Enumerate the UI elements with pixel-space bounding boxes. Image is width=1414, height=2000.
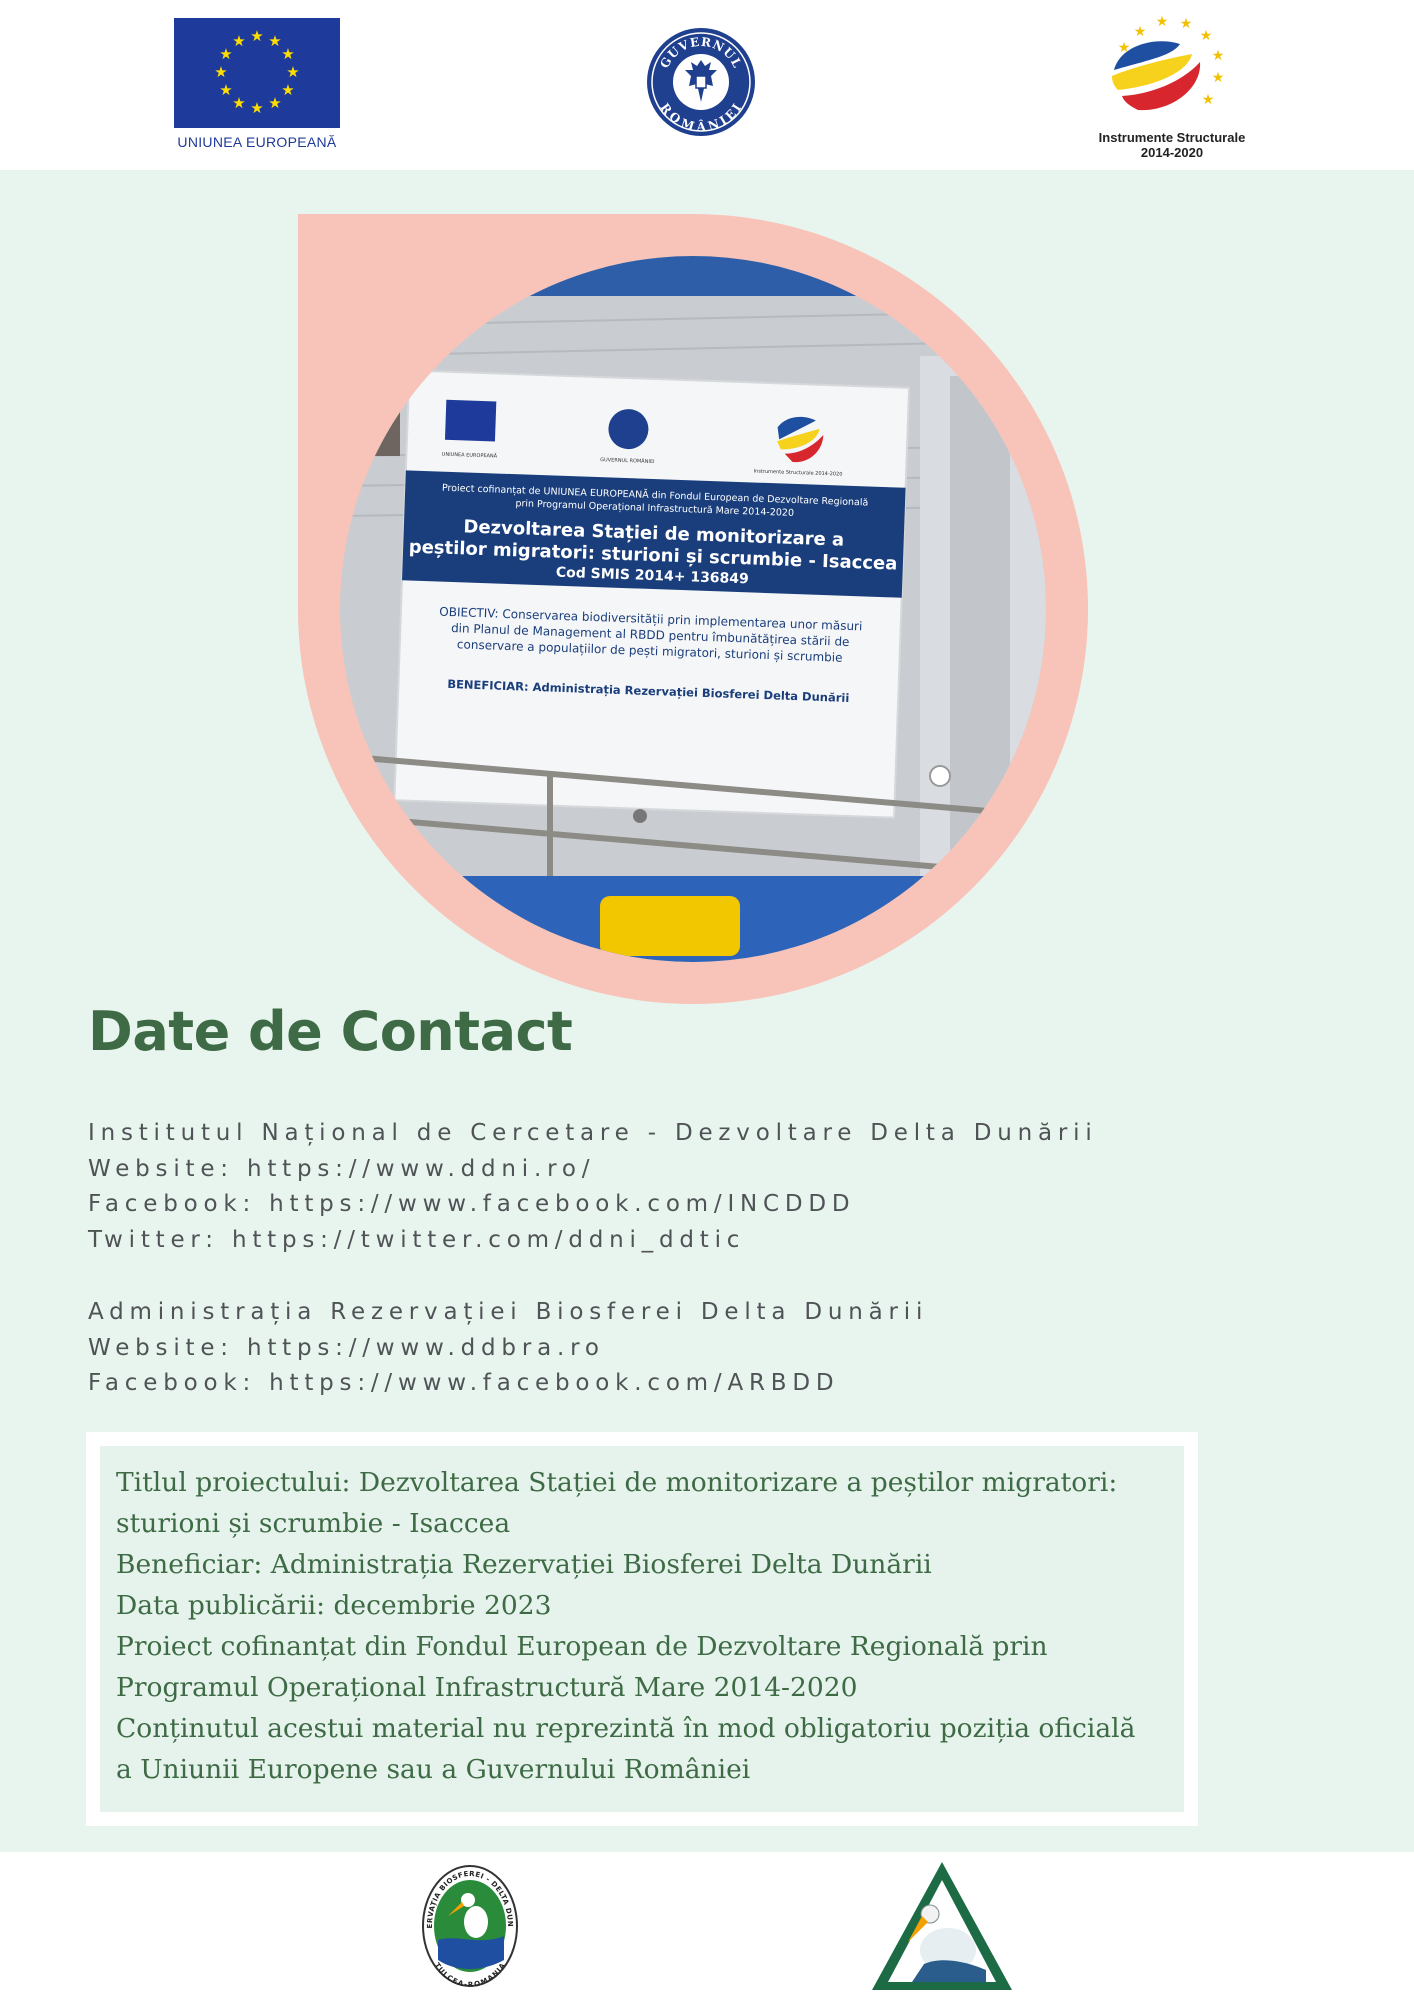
svg-text:★: ★ xyxy=(250,27,263,45)
project-info-box: Titlul proiectului: Dezvoltarea Stației … xyxy=(86,1432,1198,1826)
info-line: Titlul proiectului: Dezvoltarea Stației … xyxy=(116,1467,1118,1498)
svg-text:★: ★ xyxy=(232,94,245,112)
contact-group-ddni: Institutul Național de Cercetare - Dezvo… xyxy=(88,1116,1098,1259)
project-sign-photo: UNIUNEA EUROPEANĂ GUVERNUL ROMÂNIEI Inst… xyxy=(340,256,1046,962)
header: ★ ★ ★ ★ ★ ★ ★ ★ ★ ★ ★ ★ UNIUNEA EUROPEAN… xyxy=(0,0,1414,170)
svg-text:★: ★ xyxy=(268,94,281,112)
info-line: Programul Operațional Infrastructură Mar… xyxy=(116,1672,858,1703)
svg-text:★: ★ xyxy=(232,32,245,50)
is-caption-line2: 2014-2020 xyxy=(1140,145,1204,160)
info-line: sturioni și scrumbie - Isaccea xyxy=(116,1508,511,1539)
eu-flag-icon: ★ ★ ★ ★ ★ ★ ★ ★ ★ ★ ★ ★ xyxy=(174,18,340,128)
eu-caption: UNIUNEA EUROPEANĂ xyxy=(177,134,337,150)
arbdd-institution-name: Administrația Rezervației Biosferei Delt… xyxy=(88,1299,929,1325)
ddni-website-link[interactable]: Website: https://www.ddni.ro/ xyxy=(88,1152,1098,1188)
svg-text:★: ★ xyxy=(219,45,232,63)
info-line: Data publicării: decembrie 2023 xyxy=(116,1590,552,1621)
svg-text:★: ★ xyxy=(214,63,227,81)
svg-text:★: ★ xyxy=(1134,24,1147,40)
ddni-facebook-link[interactable]: Facebook: https://www.facebook.com/INCDD… xyxy=(88,1187,1098,1223)
eu-logo: ★ ★ ★ ★ ★ ★ ★ ★ ★ ★ ★ ★ UNIUNEA EUROPEAN… xyxy=(174,18,340,156)
photo-frame: UNIUNEA EUROPEANĂ GUVERNUL ROMÂNIEI Inst… xyxy=(298,214,1088,1004)
instrumente-structurale-caption: Instrumente Structurale 2014-2020 xyxy=(1084,130,1260,160)
instrumente-structurale-logo: ★ ★ ★ ★ ★ ★ ★ ★ Instrumente Structurale … xyxy=(1084,6,1260,166)
instrumente-structurale-icon: ★ ★ ★ ★ ★ ★ ★ ★ xyxy=(1112,14,1225,111)
government-seal-logo: GUVERNUL ROMÂNIEI xyxy=(645,26,757,138)
svg-text:★: ★ xyxy=(250,99,263,117)
ddni-twitter-link[interactable]: Twitter: https://twitter.com/ddni_ddtic xyxy=(88,1223,1098,1259)
svg-text:★: ★ xyxy=(1200,28,1213,44)
arbdd-facebook-link[interactable]: Facebook: https://www.facebook.com/ARBDD xyxy=(88,1366,928,1402)
ddni-logo xyxy=(868,1858,1016,1994)
svg-text:★: ★ xyxy=(1212,48,1225,64)
svg-text:★: ★ xyxy=(286,63,299,81)
project-info-inner: Titlul proiectului: Dezvoltarea Stației … xyxy=(100,1446,1184,1812)
svg-text:★: ★ xyxy=(1212,70,1225,86)
svg-text:★: ★ xyxy=(1202,92,1215,108)
svg-text:★: ★ xyxy=(1180,16,1193,32)
footer xyxy=(0,1852,1414,2000)
arbdd-website-link[interactable]: Website: https://www.ddbra.ro xyxy=(88,1331,928,1367)
ddni-pelican-triangle-icon xyxy=(872,1862,1012,1990)
project-info-text: Titlul proiectului: Dezvoltarea Stației … xyxy=(116,1462,1180,1790)
svg-text:★: ★ xyxy=(219,81,232,99)
svg-text:★: ★ xyxy=(281,45,294,63)
contact-group-arbdd: Administrația Rezervației Biosferei Delt… xyxy=(88,1295,928,1402)
ddbra-logo: REZERVAȚIA BIOSFEREI - DELTA DUNĂRII TUL… xyxy=(417,1853,520,1990)
info-line: a Uniunii Europene sau a Guvernului Româ… xyxy=(116,1754,751,1785)
info-line: Conținutul acestui material nu reprezint… xyxy=(116,1713,1136,1744)
ddni-institution-name: Institutul Național de Cercetare - Dezvo… xyxy=(88,1120,1098,1146)
info-line: Beneficiar: Administrația Rezervației Bi… xyxy=(116,1549,932,1580)
is-caption-line1: Instrumente Structurale xyxy=(1098,130,1246,145)
svg-text:★: ★ xyxy=(268,32,281,50)
contact-title: Date de Contact xyxy=(88,1000,573,1063)
svg-text:★: ★ xyxy=(1156,14,1169,30)
svg-text:★: ★ xyxy=(281,81,294,99)
info-line: Proiect cofinanțat din Fondul European d… xyxy=(116,1631,1048,1662)
